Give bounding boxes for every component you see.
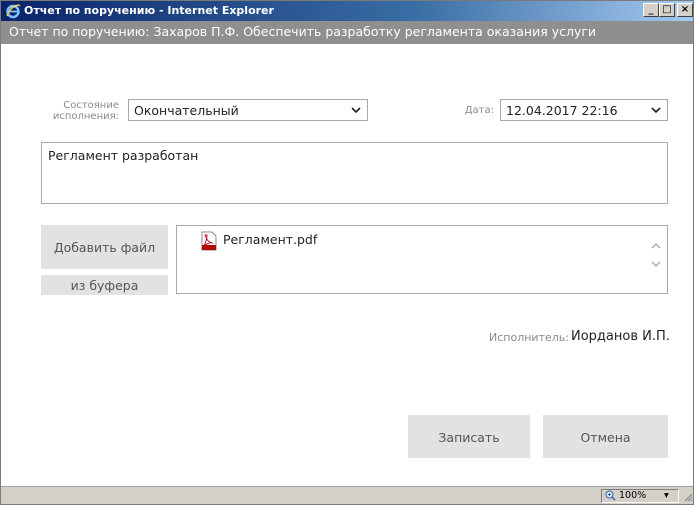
attached-files-list[interactable]: Регламент.pdf	[176, 225, 668, 294]
zoom-icon	[605, 490, 616, 501]
cancel-button[interactable]: Отмена	[543, 415, 668, 458]
status-bar: 100% ▾	[1, 486, 693, 504]
save-button[interactable]: Записать	[408, 415, 530, 458]
scroll-down-icon[interactable]	[651, 260, 661, 268]
pdf-icon	[201, 231, 217, 251]
chevron-down-icon	[651, 107, 661, 114]
date-label: Дата:	[464, 105, 494, 116]
state-select-value: Окончательный	[134, 103, 239, 118]
window-title: Отчет по поручению - Internet Explorer	[24, 4, 274, 17]
state-select[interactable]: Окончательный	[128, 99, 368, 121]
maximize-button[interactable]: □	[659, 3, 675, 17]
state-label-line2: исполнения:	[52, 111, 119, 122]
add-file-button[interactable]: Добавить файл	[41, 225, 168, 269]
executor-label: Исполнитель:	[489, 331, 569, 344]
state-label-line1: Состояние	[63, 100, 119, 111]
scroll-up-icon[interactable]	[651, 242, 661, 250]
state-label: Состояние исполнения:	[51, 100, 119, 122]
title-bar[interactable]: Отчет по поручению - Internet Explorer _…	[1, 1, 693, 21]
date-select[interactable]: 12.04.2017 22:16	[500, 99, 668, 121]
close-button[interactable]: ×	[677, 3, 693, 17]
chevron-down-icon	[351, 107, 361, 114]
date-select-value: 12.04.2017 22:16	[506, 103, 618, 118]
zoom-control[interactable]: 100% ▾	[601, 489, 679, 503]
report-textarea[interactable]: Регламент разработан	[41, 142, 668, 204]
file-name: Регламент.pdf	[223, 232, 318, 247]
from-buffer-button[interactable]: из буфера	[41, 275, 168, 295]
minimize-button[interactable]: _	[643, 3, 659, 17]
zoom-level: 100%	[619, 490, 647, 501]
ie-icon	[6, 4, 21, 19]
zoom-dropdown-arrow[interactable]: ▾	[664, 490, 669, 501]
resize-grip-icon[interactable]	[683, 492, 693, 502]
executor-value: Иорданов И.П.	[571, 329, 670, 344]
browser-window: Отчет по поручению - Internet Explorer _…	[0, 0, 694, 505]
dialog-header: Отчет по поручению: Захаров П.Ф. Обеспеч…	[1, 21, 693, 44]
dialog-title: Отчет по поручению: Захаров П.Ф. Обеспеч…	[9, 24, 597, 39]
